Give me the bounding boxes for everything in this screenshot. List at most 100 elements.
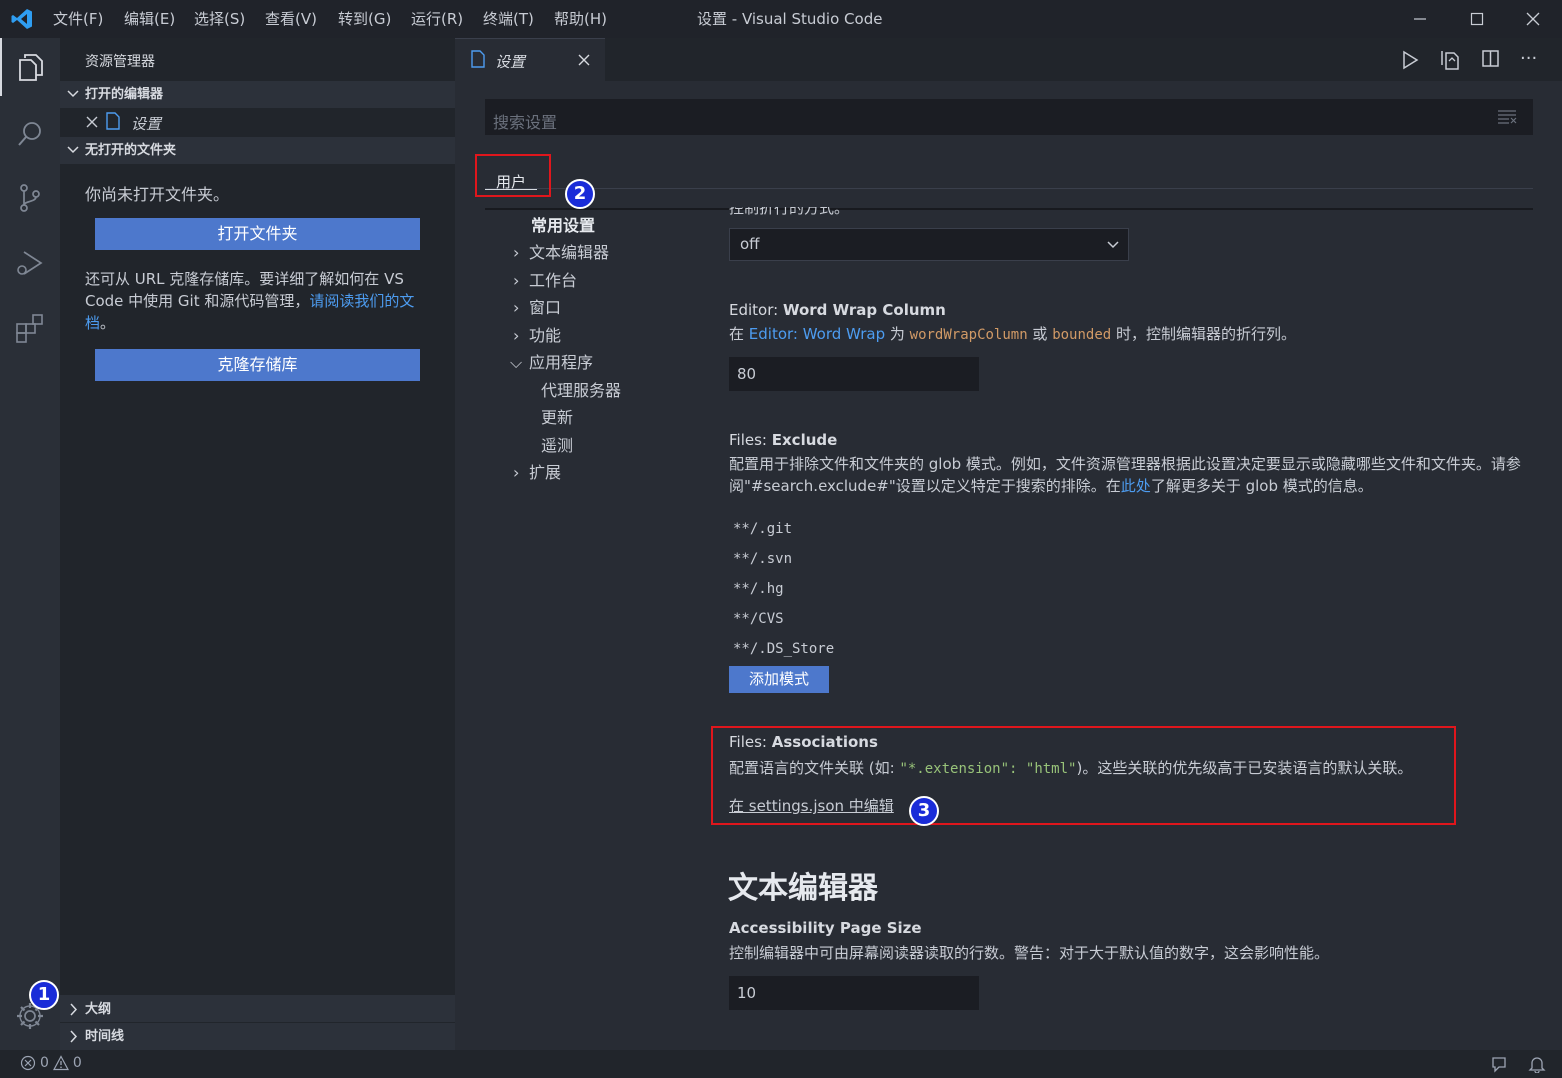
extensions-icon: [16, 314, 43, 343]
exclude-pattern[interactable]: **/.svn: [733, 544, 834, 574]
more-actions-icon[interactable]: ···: [1520, 48, 1537, 69]
toc-common-settings[interactable]: 常用设置: [531, 212, 595, 236]
page-size-input[interactable]: 10: [729, 976, 979, 1010]
menu-file[interactable]: 文件(F): [53, 0, 103, 38]
scope-divider: [485, 188, 1533, 189]
title-bar: 文件(F) 编辑(E) 选择(S) 查看(V) 转到(G) 运行(R) 终端(T…: [0, 0, 1562, 38]
timeline-header[interactable]: 时间线: [60, 1023, 455, 1050]
exclude-pattern-list: **/.git **/.svn **/.hg **/CVS **/.DS_Sto…: [733, 514, 834, 664]
chevron-down-icon: [1106, 237, 1120, 257]
chevron-down-icon: [66, 137, 80, 174]
chevron-down-icon: ⌵: [510, 353, 523, 372]
wrap-column-title: Editor: Word Wrap Column: [729, 301, 946, 319]
split-editor-icon[interactable]: [1481, 49, 1501, 73]
vscode-logo-icon: [10, 7, 34, 31]
close-tab-icon[interactable]: [577, 51, 591, 73]
open-editors-label: 打开的编辑器: [85, 87, 164, 102]
source-control-icon: [20, 184, 40, 212]
extensions-activity[interactable]: [0, 299, 60, 357]
explorer-activity[interactable]: [0, 38, 60, 96]
exclude-pattern[interactable]: **/.hg: [733, 574, 834, 604]
menu-help[interactable]: 帮助(H): [554, 0, 607, 38]
chevron-right-icon: ›: [513, 271, 520, 290]
error-icon: [20, 1055, 36, 1071]
outline-header[interactable]: 大纲: [60, 995, 455, 1022]
toc-text-editor[interactable]: › 文本编辑器: [513, 239, 609, 263]
feedback-icon[interactable]: [1490, 1055, 1508, 1077]
editor-tab-bar: 设置 ···: [455, 38, 1562, 81]
add-pattern-button[interactable]: 添加模式: [729, 666, 829, 693]
edit-in-settings-json-link[interactable]: 在 settings.json 中编辑: [729, 795, 894, 816]
chevron-right-icon: ›: [513, 463, 520, 482]
notifications-bell-icon[interactable]: [1528, 1055, 1546, 1077]
search-activity[interactable]: [0, 105, 60, 163]
tab-label: 设置: [495, 53, 526, 71]
minimize-button[interactable]: [1391, 0, 1449, 38]
open-editors-header[interactable]: 打开的编辑器: [60, 81, 455, 108]
no-folder-label: 无打开的文件夹: [85, 143, 177, 158]
run-debug-activity[interactable]: [0, 234, 60, 292]
run-icon[interactable]: [1400, 50, 1420, 74]
status-bar: 0 0: [0, 1050, 1562, 1078]
clone-text-end: 。: [100, 314, 116, 332]
clear-filter-icon[interactable]: [1497, 109, 1517, 129]
explorer-sidebar: 资源管理器 打开的编辑器 设置 无打开的文件夹 你尚未打开文件夹。 打开文件夹 …: [60, 38, 455, 1050]
open-settings-json-icon[interactable]: [1440, 49, 1460, 75]
wrap-column-input[interactable]: 80: [729, 357, 979, 391]
chevron-right-icon: ›: [513, 326, 520, 345]
exclude-pattern[interactable]: **/CVS: [733, 604, 834, 634]
word-wrap-link[interactable]: Editor: Word Wrap: [749, 325, 885, 343]
clone-description: 还可从 URL 克隆存储库。要详细了解如何在 VS Code 中使用 Git 和…: [85, 268, 430, 334]
menu-selection[interactable]: 选择(S): [194, 0, 245, 38]
open-folder-button[interactable]: 打开文件夹: [95, 218, 420, 250]
run-debug-icon: [17, 251, 43, 275]
toc-workbench[interactable]: › 工作台: [513, 267, 577, 291]
settings-editor: 搜索设置 用户 常用设置 › 文本编辑器 › 工作台 › 窗口 › 功能 ⌵ 应用程序 代…: [455, 81, 1562, 1050]
close-editor-icon[interactable]: [85, 113, 99, 135]
menu-view[interactable]: 查看(V): [265, 0, 317, 38]
word-wrap-value: off: [740, 235, 760, 253]
no-folder-text: 你尚未打开文件夹。: [85, 185, 230, 204]
toc-proxy[interactable]: 代理服务器: [541, 377, 621, 401]
open-editor-item-settings[interactable]: 设置: [60, 109, 455, 136]
toc-telemetry[interactable]: 遥测: [541, 432, 573, 456]
menu-edit[interactable]: 编辑(E): [124, 0, 175, 38]
file-icon: [106, 112, 120, 134]
menu-go[interactable]: 转到(G): [338, 0, 391, 38]
annotation-badge-1: 1: [29, 980, 59, 1010]
close-window-button[interactable]: [1504, 0, 1562, 38]
error-count: 0: [40, 1055, 49, 1071]
toc-update[interactable]: 更新: [541, 404, 573, 428]
minimize-icon: [1414, 18, 1426, 20]
settings-search-box[interactable]: 搜索设置: [485, 99, 1533, 135]
toc-window[interactable]: › 窗口: [513, 294, 561, 318]
warning-icon: [52, 1055, 69, 1071]
maximize-icon: [1470, 12, 1484, 26]
files-icon: [19, 54, 43, 81]
clone-repo-button[interactable]: 克隆存储库: [95, 349, 420, 381]
associations-description: 配置语言的文件关联 (如: "*.extension": "html")。这些关…: [729, 759, 1413, 777]
tab-settings[interactable]: 设置: [455, 38, 605, 81]
glob-link[interactable]: 此处: [1121, 477, 1151, 495]
toc-application[interactable]: ⌵ 应用程序: [510, 349, 593, 373]
sidebar-title: 资源管理器: [85, 54, 155, 70]
menu-terminal[interactable]: 终端(T): [483, 0, 534, 38]
exclude-pattern[interactable]: **/.git: [733, 514, 834, 544]
source-control-activity[interactable]: [0, 169, 60, 227]
maximize-button[interactable]: [1448, 0, 1506, 38]
outline-label: 大纲: [85, 1002, 112, 1017]
cut-off-description: 控制折行的方式。: [729, 207, 850, 217]
page-size-description: 控制编辑器中可由屏幕阅读器读取的行数。警告：对于大于默认值的数字，这会影响性能。: [729, 944, 1330, 962]
no-folder-header[interactable]: 无打开的文件夹: [60, 137, 455, 164]
exclude-pattern[interactable]: **/.DS_Store: [733, 634, 834, 664]
word-wrap-select[interactable]: off: [729, 228, 1129, 261]
search-placeholder: 搜索设置: [493, 113, 558, 132]
close-icon: [1526, 12, 1540, 26]
toc-features[interactable]: › 功能: [513, 322, 561, 346]
annotation-badge-3: 3: [909, 796, 939, 826]
problems-indicator[interactable]: 0 0: [20, 1055, 82, 1071]
toc-extensions[interactable]: › 扩展: [513, 459, 561, 483]
menu-run[interactable]: 运行(R): [411, 0, 463, 38]
section-heading: 文本编辑器: [728, 871, 878, 906]
open-editor-label: 设置: [131, 115, 162, 133]
